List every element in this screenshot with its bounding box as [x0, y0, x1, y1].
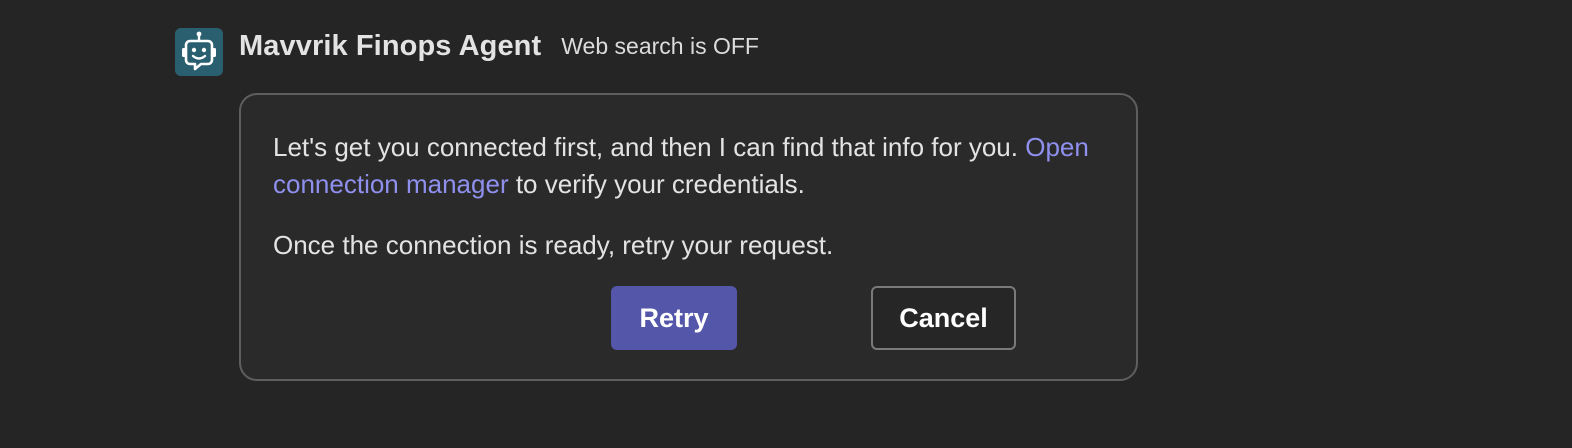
- retry-button[interactable]: Retry: [611, 286, 737, 350]
- message-text-after-link: to verify your credentials.: [508, 169, 805, 199]
- web-search-status: Web search is OFF: [561, 32, 759, 59]
- chat-stage: Mavvrik Finops Agent Web search is OFF L…: [0, 0, 1572, 448]
- connection-prompt-card: Let's get you connected first, and then …: [239, 93, 1138, 381]
- message-text-before-link: Let's get you connected first, and then …: [273, 132, 1026, 162]
- agent-name: Mavvrik Finops Agent: [239, 29, 542, 62]
- bot-chat-icon: [175, 28, 223, 76]
- cancel-button[interactable]: Cancel: [871, 286, 1016, 350]
- retry-instruction: Once the connection is ready, retry your…: [273, 230, 834, 260]
- connection-message: Let's get you connected first, and then …: [273, 129, 1093, 203]
- message-header: Mavvrik Finops Agent Web search is OFF: [239, 28, 759, 64]
